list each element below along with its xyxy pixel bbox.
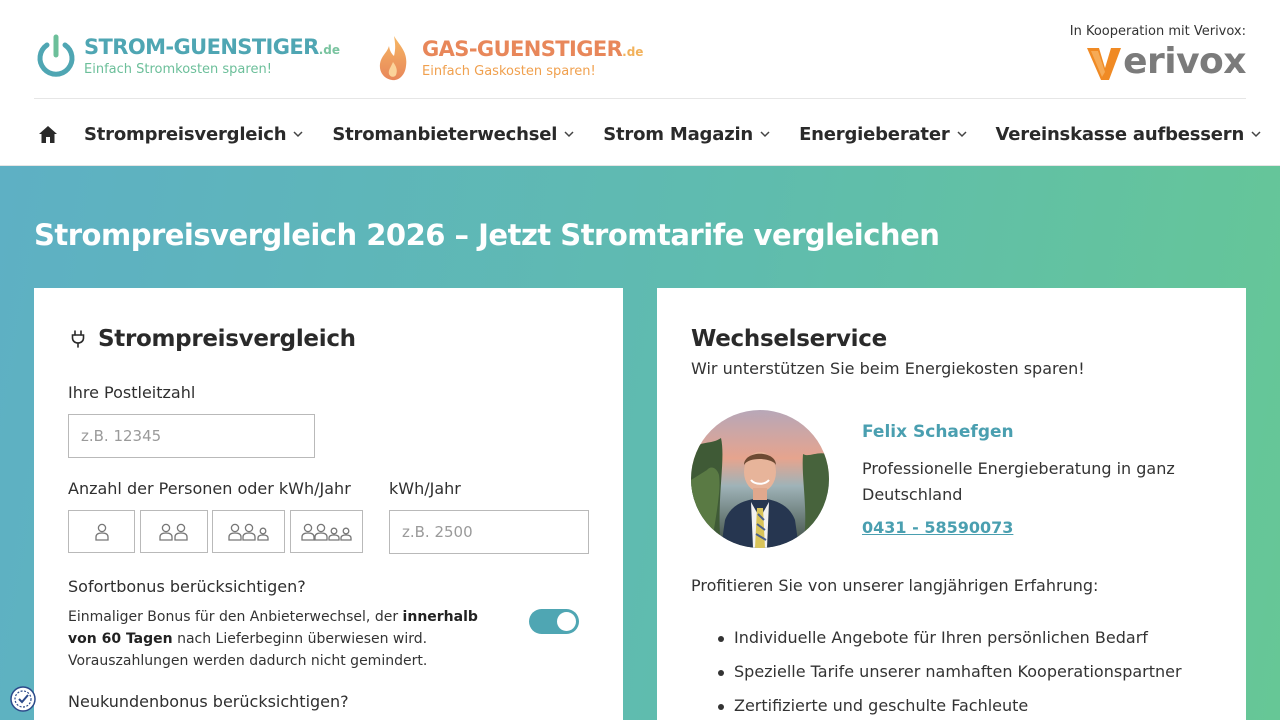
gas-logo-tagline: Einfach Gaskosten sparen! <box>422 63 596 79</box>
strom-logo-name: STROM-GUENSTIGER <box>84 34 319 59</box>
home-icon <box>39 125 57 143</box>
gas-logo-name: GAS-GUENSTIGER <box>422 36 623 61</box>
nav-item-label: Strom Magazin <box>603 123 754 145</box>
kwh-label: kWh/Jahr <box>389 479 461 498</box>
advisor-role: Professionelle Energieberatung in ganz D… <box>862 459 1175 504</box>
nav-item-label: Strompreisvergleich <box>84 123 287 145</box>
service-title: Wechselservice <box>691 326 887 352</box>
service-subtitle: Wir unterstützen Sie beim Energiekosten … <box>691 359 1085 378</box>
persons-2-button[interactable] <box>140 510 208 553</box>
hero-section: Strompreisvergleich 2026 – Jetzt Stromta… <box>0 166 1280 720</box>
power-icon <box>37 34 75 77</box>
nav-item-stromanbieterwechsel[interactable]: Stromanbieterwechsel <box>332 124 575 145</box>
advisor-avatar <box>691 410 829 548</box>
advisor-photo <box>691 410 829 548</box>
nav-item-label: Vereinskasse aufbessern <box>995 123 1245 145</box>
chevron-down-icon <box>564 131 574 138</box>
list-item: Individuelle Angebote für Ihren persönli… <box>691 621 1182 655</box>
gas-logo-tld: .de <box>622 44 644 59</box>
strom-logo-tagline: Einfach Stromkosten sparen! <box>84 61 272 77</box>
kwh-input[interactable] <box>389 510 589 554</box>
price-comparison-card: Strompreisvergleich Ihre Postleitzahl An… <box>34 288 623 720</box>
nav-item-strompreisvergleich[interactable]: Strompreisvergleich <box>84 124 304 145</box>
flame-icon <box>379 36 407 81</box>
nav-item-strom-magazin[interactable]: Strom Magazin <box>603 124 771 145</box>
strom-guenstiger-logo[interactable]: STROM-GUENSTIGER.de Einfach Stromkosten … <box>34 34 340 78</box>
nav-item-energieberater[interactable]: Energieberater <box>799 124 967 145</box>
nav-item-label: Energieberater <box>799 123 950 145</box>
advisor-phone-link[interactable]: 0431 - 58590073 <box>862 518 1013 537</box>
profit-text: Profitieren Sie von unserer langjährigen… <box>691 576 1099 595</box>
page-title: Strompreisvergleich 2026 – Jetzt Stromta… <box>34 218 940 252</box>
plug-icon <box>71 330 85 348</box>
nav-item-label: Stromanbieterwechsel <box>332 123 558 145</box>
zip-label: Ihre Postleitzahl <box>68 383 196 402</box>
header-divider <box>34 98 1246 99</box>
advisor-name: Felix Schaefgen <box>862 422 1014 442</box>
zip-input[interactable] <box>68 414 315 458</box>
site-header: STROM-GUENSTIGER.de Einfach Stromkosten … <box>0 0 1280 166</box>
bonus-toggle[interactable] <box>529 609 579 634</box>
chevron-down-icon <box>957 131 967 138</box>
calculator-heading: Strompreisvergleich <box>70 326 356 352</box>
calculator-title: Strompreisvergleich <box>98 326 356 352</box>
main-nav: Strompreisvergleich Stromanbieterwechsel… <box>34 112 1280 156</box>
benefits-list: Individuelle Angebote für Ihren persönli… <box>691 621 1182 720</box>
persons-3-button[interactable] <box>212 510 285 553</box>
privacy-badge-icon[interactable] <box>10 686 36 712</box>
person-icon <box>94 523 109 541</box>
verivox-logo: erivox <box>1070 42 1246 82</box>
bonus-question: Sofortbonus berücksichtigen? <box>68 577 306 596</box>
chevron-down-icon <box>293 131 303 138</box>
verivox-partner[interactable]: In Kooperation mit Verivox: erivox <box>1069 24 1247 82</box>
bonus-text-pre: Einmaliger Bonus für den Anbieterwechsel… <box>68 609 403 625</box>
persons-4-button[interactable] <box>290 510 363 553</box>
cooperation-text: In Kooperation mit Verivox: <box>1069 24 1246 39</box>
gas-guenstiger-logo[interactable]: GAS-GUENSTIGER.de Einfach Gaskosten spar… <box>376 34 643 82</box>
persons-1-button[interactable] <box>68 510 135 553</box>
nav-item-vereinskasse[interactable]: Vereinskasse aufbessern <box>996 124 1263 145</box>
home-link[interactable] <box>34 120 62 148</box>
verivox-wordmark: erivox <box>1123 41 1246 82</box>
new-customer-bonus-question: Neukundenbonus berücksichtigen? <box>68 692 349 711</box>
toggle-knob <box>557 612 576 631</box>
switch-service-card: Wechselservice Wir unterstützen Sie beim… <box>657 288 1246 720</box>
list-item: Zertifizierte und geschulte Fachleute <box>691 689 1182 720</box>
persons-label: Anzahl der Personen oder kWh/Jahr <box>68 479 351 498</box>
two-persons-icon <box>159 523 188 541</box>
four-persons-icon <box>300 523 352 541</box>
verivox-v-icon <box>1087 48 1122 80</box>
list-item: Spezielle Tarife unserer namhaften Koope… <box>691 655 1182 689</box>
chevron-down-icon <box>1251 131 1261 138</box>
strom-logo-tld: .de <box>318 42 341 57</box>
three-persons-icon <box>227 523 269 541</box>
chevron-down-icon <box>760 131 770 138</box>
bonus-description: Einmaliger Bonus für den Anbieterwechsel… <box>68 606 488 672</box>
